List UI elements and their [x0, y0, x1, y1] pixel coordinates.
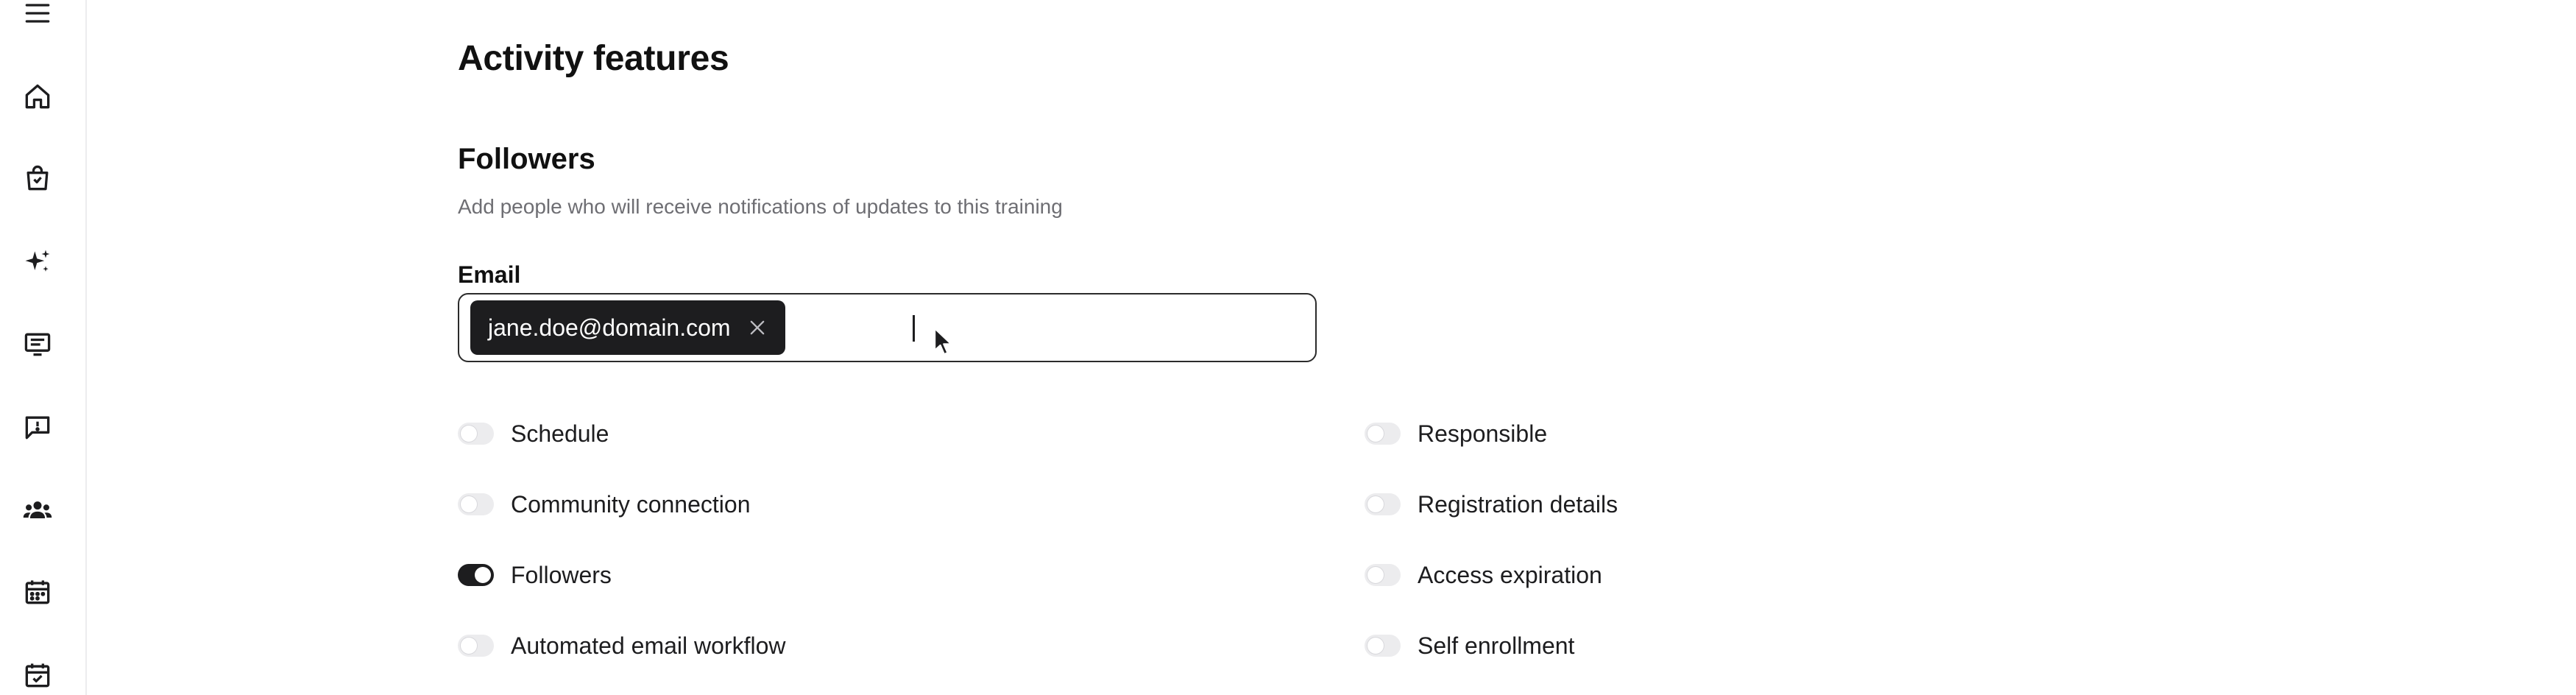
main-content: Activity features Followers Add people w… [87, 0, 2576, 695]
text-caret [913, 315, 915, 342]
sidebar [0, 0, 87, 695]
home-icon[interactable] [20, 79, 55, 114]
page-title: Activity features [458, 39, 729, 78]
toggle-label: Automated email workflow [511, 632, 786, 659]
remove-chip-icon[interactable] [747, 317, 768, 338]
toggle-label: Followers [511, 561, 612, 588]
toggle-self-enrollment[interactable]: Self enrollment [1365, 631, 1574, 660]
calendar-icon[interactable] [20, 574, 55, 610]
toggle-label: Schedule [511, 420, 609, 447]
toggle-schedule[interactable]: Schedule [458, 419, 609, 448]
toggle-switch[interactable] [458, 493, 494, 515]
toggle-followers[interactable]: Followers [458, 560, 612, 590]
mouse-pointer-icon [933, 327, 952, 356]
toggle-label: Access expiration [1418, 561, 1602, 588]
email-text-input[interactable] [807, 306, 1315, 350]
toggle-responsible[interactable]: Responsible [1365, 419, 1547, 448]
toggle-label: Community connection [511, 490, 751, 518]
calendar-check-icon[interactable] [20, 657, 55, 693]
toggle-switch[interactable] [458, 423, 494, 445]
content-icon[interactable] [20, 326, 55, 361]
toggle-label: Registration details [1418, 490, 1618, 518]
toggle-switch[interactable] [1365, 564, 1401, 586]
toggle-switch[interactable] [458, 635, 494, 657]
menu-icon[interactable] [20, 0, 55, 31]
shopping-bag-icon[interactable] [20, 160, 55, 196]
email-chip-label: jane.doe@domain.com [488, 314, 731, 341]
sparkles-icon[interactable] [20, 244, 55, 280]
people-icon[interactable] [20, 493, 55, 528]
email-field[interactable]: jane.doe@domain.com [458, 293, 1317, 362]
toggle-access-expiration[interactable]: Access expiration [1365, 560, 1602, 590]
toggle-switch[interactable] [1365, 635, 1401, 657]
toggle-registration-details[interactable]: Registration details [1365, 490, 1618, 519]
toggle-switch[interactable] [1365, 493, 1401, 515]
feedback-icon[interactable] [20, 409, 55, 445]
toggle-automated-email-workflow[interactable]: Automated email workflow [458, 631, 785, 660]
followers-description: Add people who will receive notification… [458, 195, 1063, 218]
toggle-label: Self enrollment [1418, 632, 1575, 659]
email-chip: jane.doe@domain.com [470, 300, 785, 355]
toggle-switch[interactable] [1365, 423, 1401, 445]
email-field-label: Email [458, 261, 521, 288]
followers-section-title: Followers [458, 143, 595, 175]
toggle-community-connection[interactable]: Community connection [458, 490, 750, 519]
toggle-label: Responsible [1418, 420, 1548, 447]
toggle-switch[interactable] [458, 564, 494, 586]
